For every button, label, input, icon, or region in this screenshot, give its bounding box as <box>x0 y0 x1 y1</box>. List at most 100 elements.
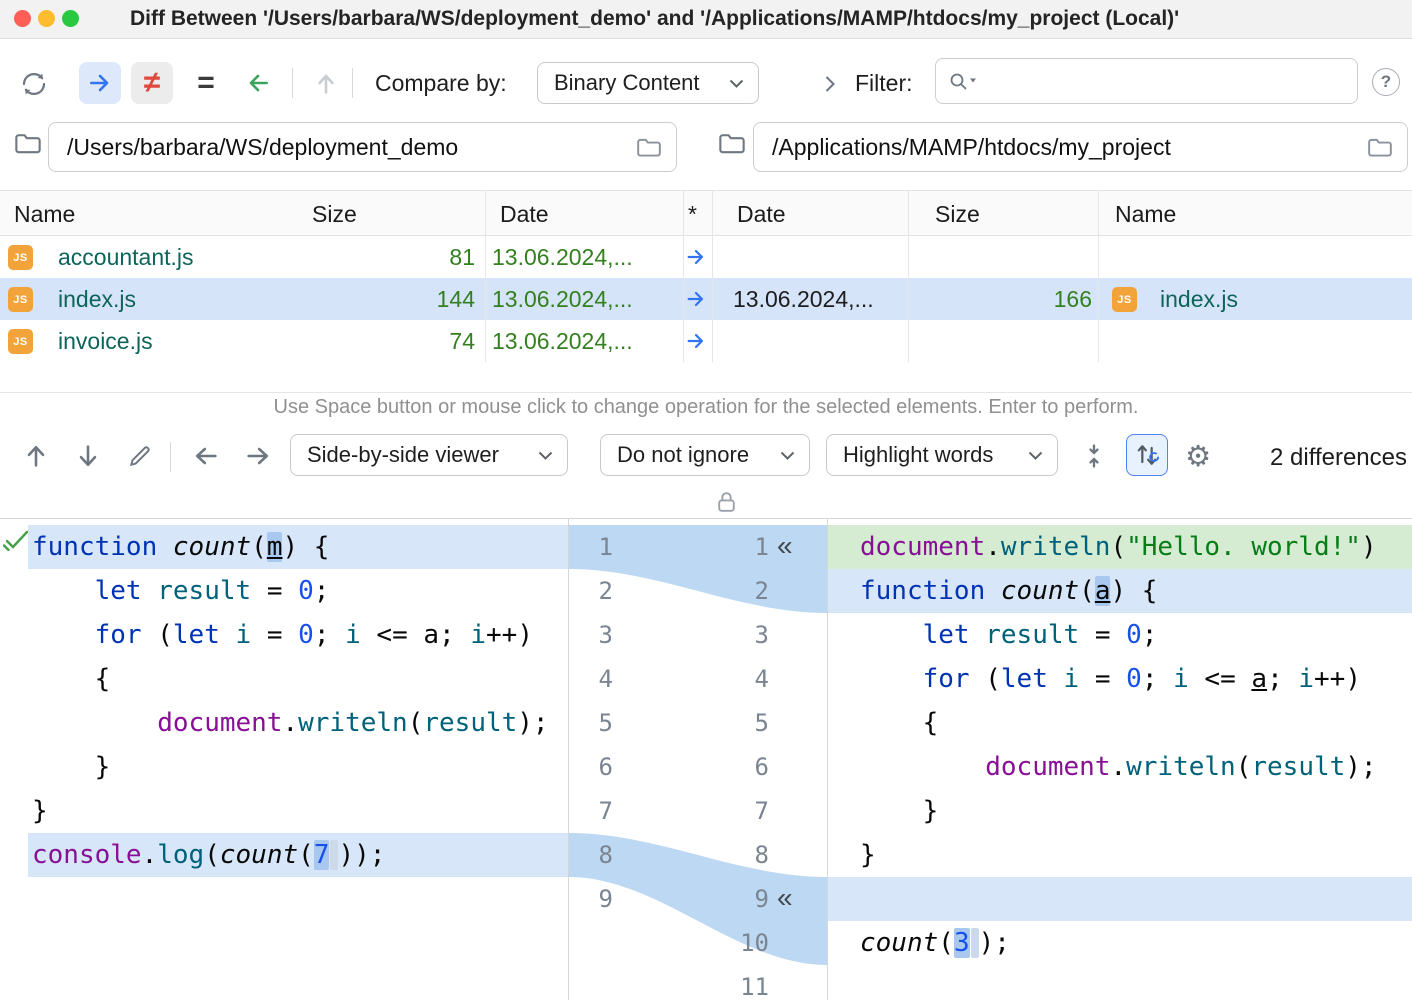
right-path-field[interactable]: /Applications/MAMP/htdocs/my_project <box>753 122 1408 172</box>
column-separator <box>1098 190 1099 362</box>
gear-glyph: ⚙ <box>1185 439 1211 474</box>
code-line: function count(m) { <box>28 525 568 569</box>
settings-gear-icon[interactable]: ⚙ <box>1180 438 1216 474</box>
lock-icon[interactable] <box>716 490 737 515</box>
left-editor-pane[interactable]: function count(m) { let result = 0; for … <box>0 519 568 1000</box>
code-line <box>28 877 568 921</box>
maximize-window-icon[interactable] <box>62 10 79 27</box>
highlight-mode-value: Highlight words <box>843 442 1028 468</box>
copy-to-right-button[interactable] <box>79 62 121 104</box>
chevron-down-icon <box>1028 451 1043 460</box>
col-date-left[interactable]: Date <box>500 191 549 237</box>
gutter-line-number-left: 2 <box>569 569 613 613</box>
right-editor-pane[interactable]: document.writeln("Hello. world!")functio… <box>828 519 1412 1000</box>
gutter-line-number-right: 2 <box>681 569 769 613</box>
file-date-right: 13.06.2024,... <box>733 278 908 320</box>
code-line: document.writeln(result); <box>28 701 568 745</box>
gutter-line-number-right: 10 <box>681 921 769 965</box>
file-date: 13.06.2024,... <box>492 236 677 278</box>
window-title: Diff Between '/Users/barbara/WS/deployme… <box>130 0 1410 38</box>
column-separator <box>908 190 909 362</box>
col-size-left[interactable]: Size <box>312 191 357 237</box>
apply-change-chevron-icon[interactable]: « <box>777 525 813 569</box>
file-size: 144 <box>380 278 475 320</box>
collapse-unchanged-icon[interactable] <box>1076 438 1112 474</box>
code-line: { <box>828 701 1412 745</box>
col-size-right[interactable]: Size <box>935 191 980 237</box>
gutter-line-number-right: 8 <box>681 833 769 877</box>
col-operation[interactable]: * <box>688 191 697 237</box>
ignore-mode-value: Do not ignore <box>617 442 780 468</box>
ignore-mode-dropdown[interactable]: Do not ignore <box>600 434 810 476</box>
file-date: 13.06.2024,... <box>492 320 677 362</box>
file-date: 13.06.2024,... <box>492 278 677 320</box>
browse-folder-icon[interactable] <box>1367 137 1393 159</box>
gutter-line-number-left: 8 <box>569 833 613 877</box>
code-line: } <box>828 789 1412 833</box>
gutter-line-number-right: 6 <box>681 745 769 789</box>
column-separator <box>712 190 713 362</box>
gutter-line-number-right: 3 <box>681 613 769 657</box>
synchronize-scrolling-toggle[interactable] <box>1126 434 1168 476</box>
chevron-down-icon <box>538 451 553 460</box>
compare-by-value: Binary Content <box>554 70 729 96</box>
equal-icon: = <box>197 66 215 100</box>
show-equal-button[interactable]: = <box>185 62 227 104</box>
filter-label: Filter: <box>855 70 913 97</box>
js-file-icon: JS <box>8 287 33 312</box>
expand-filter-chevron-icon[interactable] <box>812 66 848 102</box>
gutter-line-number-left: 9 <box>569 877 613 921</box>
gutter-line-number-left: 6 <box>569 745 613 789</box>
table-row[interactable]: JS invoice.js 74 13.06.2024,... <box>0 320 1412 362</box>
copy-to-left-button[interactable] <box>237 62 279 104</box>
hint-text: Use Space button or mouse click to chang… <box>0 396 1412 419</box>
code-line: document.writeln("Hello. world!") <box>828 525 1412 569</box>
folder-icon <box>718 132 746 156</box>
table-row-selected[interactable]: JS index.js 144 13.06.2024,... 13.06.202… <box>0 278 1412 320</box>
apply-change-chevron-icon[interactable]: « <box>777 877 813 921</box>
edit-pencil-icon[interactable] <box>122 438 158 474</box>
gutter-line-number-left: 1 <box>569 525 613 569</box>
copy-right-arrow-icon[interactable] <box>684 288 708 310</box>
table-row[interactable]: JS accountant.js 81 13.06.2024,... <box>0 236 1412 278</box>
copy-right-arrow-icon[interactable] <box>684 330 708 352</box>
compare-by-dropdown[interactable]: Binary Content <box>537 62 759 104</box>
toolbar-divider <box>352 68 353 98</box>
viewer-mode-dropdown[interactable]: Side-by-side viewer <box>290 434 568 476</box>
title-bar: Diff Between '/Users/barbara/WS/deployme… <box>0 0 1412 39</box>
gutter-line-number-right: 4 <box>681 657 769 701</box>
apply-right-arrow-icon[interactable] <box>240 438 276 474</box>
file-name-right: index.js <box>1160 278 1238 320</box>
viewer-mode-value: Side-by-side viewer <box>307 442 538 468</box>
refresh-icon[interactable] <box>16 66 52 102</box>
chevron-down-icon <box>729 79 744 88</box>
code-line: count(3); <box>828 921 1412 965</box>
minimize-window-icon[interactable] <box>38 10 55 27</box>
previous-difference-icon[interactable] <box>18 438 54 474</box>
code-line: } <box>28 745 568 789</box>
diff-window: Diff Between '/Users/barbara/WS/deployme… <box>0 0 1412 1000</box>
filter-search-input[interactable] <box>935 58 1358 104</box>
show-difference-button[interactable]: ≠ <box>131 62 173 104</box>
gutter-line-number-right: 5 <box>681 701 769 745</box>
col-name-right[interactable]: Name <box>1115 191 1176 237</box>
code-line: let result = 0; <box>828 613 1412 657</box>
gutter-line-number-left: 3 <box>569 613 613 657</box>
file-name: accountant.js <box>58 236 194 278</box>
close-window-icon[interactable] <box>14 10 31 27</box>
differences-count: 2 differences <box>1245 440 1407 476</box>
col-name-left[interactable]: Name <box>14 191 75 237</box>
col-date-right[interactable]: Date <box>737 191 786 237</box>
highlight-mode-dropdown[interactable]: Highlight words <box>826 434 1058 476</box>
apply-left-arrow-icon[interactable] <box>188 438 224 474</box>
file-size-right: 166 <box>1000 278 1092 320</box>
code-line: document.writeln(result); <box>828 745 1412 789</box>
left-path-field[interactable]: /Users/barbara/WS/deployment_demo <box>48 122 677 172</box>
file-name: index.js <box>58 278 136 320</box>
code-line: } <box>828 833 1412 877</box>
next-difference-icon[interactable] <box>70 438 106 474</box>
copy-right-arrow-icon[interactable] <box>684 246 708 268</box>
browse-folder-icon[interactable] <box>636 137 662 159</box>
help-button[interactable]: ? <box>1372 68 1400 96</box>
code-line <box>28 921 568 965</box>
